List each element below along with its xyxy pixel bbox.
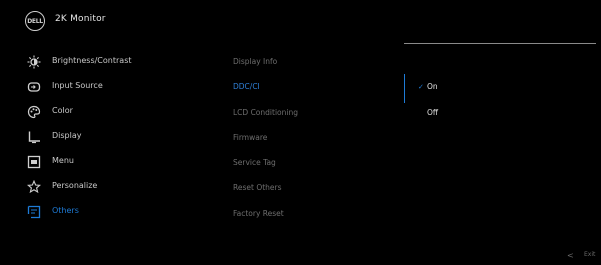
option-label: Off (427, 108, 439, 117)
option-divider (404, 74, 405, 103)
submenu-item-firmware[interactable]: Firmware (233, 133, 267, 142)
submenu-item-display-info[interactable]: Display Info (233, 57, 277, 66)
option-on[interactable]: ✓ On (418, 82, 438, 91)
submenu-item-lcd-conditioning[interactable]: LCD Conditioning (233, 108, 298, 117)
input-source-icon (27, 80, 41, 94)
dell-logo: DELL (25, 11, 45, 31)
monitor-title: 2K Monitor (55, 14, 106, 24)
display-icon (27, 130, 41, 144)
sidebar-item-label: Menu (52, 156, 74, 165)
submenu-item-service-tag[interactable]: Service Tag (233, 158, 276, 167)
header-divider (404, 43, 596, 44)
sidebar-item-label: Color (52, 106, 73, 115)
osd-header: DELL 2K Monitor (0, 0, 601, 44)
exit-button[interactable]: Exit (584, 251, 595, 258)
sidebar-item-menu[interactable]: Menu (0, 152, 210, 174)
sidebar-item-display[interactable]: Display (0, 127, 210, 149)
submenu-item-reset-others[interactable]: Reset Others (233, 183, 282, 192)
sidebar-item-label: Brightness/Contrast (52, 56, 132, 65)
submenu-item-ddc-ci[interactable]: DDC/CI (233, 82, 260, 91)
option-off[interactable]: Off (418, 108, 438, 117)
others-icon (27, 205, 41, 219)
sidebar-item-label: Input Source (52, 81, 103, 90)
checkmark-icon: ✓ (418, 83, 424, 91)
back-icon[interactable]: < (567, 251, 574, 260)
sidebar-item-label: Personalize (52, 181, 98, 190)
color-icon (27, 105, 41, 119)
option-label: On (427, 82, 438, 91)
sidebar-item-color[interactable]: Color (0, 102, 210, 124)
sidebar-item-others[interactable]: Others (0, 202, 210, 224)
osd-menu: DELL 2K Monitor Brightness/Contrast Inpu… (0, 0, 601, 265)
sidebar-item-personalize[interactable]: Personalize (0, 177, 210, 199)
brightness-icon (27, 55, 41, 69)
logo-text: DELL (27, 17, 43, 25)
sidebar-item-input-source[interactable]: Input Source (0, 77, 210, 99)
sidebar-item-label: Others (52, 206, 79, 215)
menu-icon (27, 155, 41, 169)
sidebar-item-label: Display (52, 131, 82, 140)
sidebar-item-brightness-contrast[interactable]: Brightness/Contrast (0, 52, 210, 74)
personalize-icon (27, 180, 41, 194)
submenu-item-factory-reset[interactable]: Factory Reset (233, 209, 284, 218)
